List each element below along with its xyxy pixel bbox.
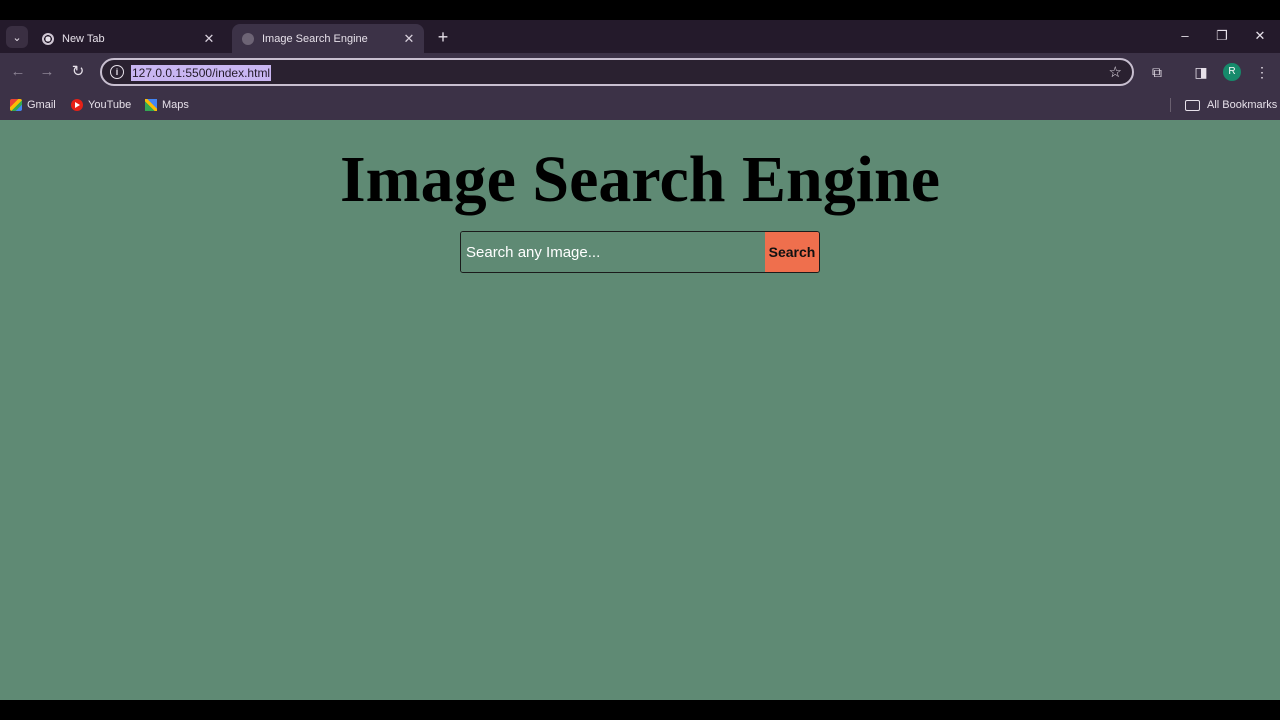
bookmark-star-icon[interactable]: ☆ bbox=[1109, 63, 1122, 81]
extensions-icon[interactable]: ⧉ bbox=[1147, 62, 1167, 82]
bookmark-youtube[interactable]: YouTube bbox=[71, 97, 131, 113]
all-bookmarks-label: All Bookmarks bbox=[1207, 99, 1278, 111]
all-bookmarks-button[interactable]: All Bookmarks bbox=[1185, 97, 1277, 113]
side-panel-icon[interactable]: ◨ bbox=[1191, 62, 1211, 82]
search-form: Search bbox=[460, 231, 820, 273]
tab-strip: ⌄ New Tab ✕ Image Search Engine ✕ + – ❐ … bbox=[0, 20, 1280, 53]
browser-toolbar: ← → ↻ i 127.0.0.1:5500/index.html ☆ ⧉ ◨ … bbox=[0, 53, 1280, 91]
page-content: Image Search Engine Search bbox=[0, 120, 1280, 700]
bookmark-gmail[interactable]: Gmail bbox=[10, 97, 56, 113]
tab-close-icon[interactable]: ✕ bbox=[200, 31, 218, 47]
profile-avatar[interactable]: R bbox=[1223, 63, 1241, 81]
restore-button[interactable]: ❐ bbox=[1210, 26, 1234, 46]
bookmark-label: Gmail bbox=[27, 99, 56, 111]
page-title: Image Search Engine bbox=[339, 143, 941, 216]
tab-search-button[interactable]: ⌄ bbox=[6, 26, 28, 48]
tab-title: New Tab bbox=[62, 32, 105, 45]
address-bar[interactable]: i 127.0.0.1:5500/index.html ☆ bbox=[100, 58, 1134, 86]
tab-title: Image Search Engine bbox=[262, 32, 368, 45]
folder-icon bbox=[1185, 99, 1200, 111]
address-bar-url[interactable]: 127.0.0.1:5500/index.html bbox=[131, 65, 272, 81]
bookmarks-divider bbox=[1170, 98, 1171, 112]
letterbox-bottom bbox=[0, 700, 1280, 720]
site-info-icon[interactable]: i bbox=[110, 65, 124, 79]
minimize-button[interactable]: – bbox=[1173, 26, 1197, 46]
tab-close-icon[interactable]: ✕ bbox=[400, 31, 418, 47]
search-button[interactable]: Search bbox=[765, 232, 819, 272]
new-tab-button[interactable]: + bbox=[434, 26, 452, 48]
forward-arrow-icon[interactable]: → bbox=[37, 62, 57, 82]
bookmark-label: Maps bbox=[162, 99, 189, 111]
chrome-icon bbox=[42, 32, 54, 45]
more-menu-icon[interactable]: ⋮ bbox=[1252, 62, 1272, 82]
gmail-icon bbox=[10, 99, 22, 111]
bookmark-label: YouTube bbox=[88, 99, 132, 111]
tab-image-search-engine[interactable]: Image Search Engine ✕ bbox=[232, 24, 424, 53]
bookmark-maps[interactable]: Maps bbox=[145, 97, 189, 113]
letterbox-top bbox=[0, 0, 1280, 20]
close-window-button[interactable]: ✕ bbox=[1248, 26, 1272, 46]
chevron-down-icon: ⌄ bbox=[12, 31, 22, 44]
reload-icon[interactable]: ↻ bbox=[68, 62, 88, 82]
globe-icon bbox=[242, 32, 254, 45]
maps-icon bbox=[145, 99, 157, 111]
back-arrow-icon[interactable]: ← bbox=[8, 62, 28, 82]
search-input[interactable] bbox=[461, 232, 765, 272]
bookmarks-bar: Gmail YouTube Maps All Bookmarks bbox=[0, 91, 1280, 120]
youtube-icon bbox=[71, 99, 83, 111]
tab-new-tab[interactable]: New Tab ✕ bbox=[32, 24, 224, 53]
